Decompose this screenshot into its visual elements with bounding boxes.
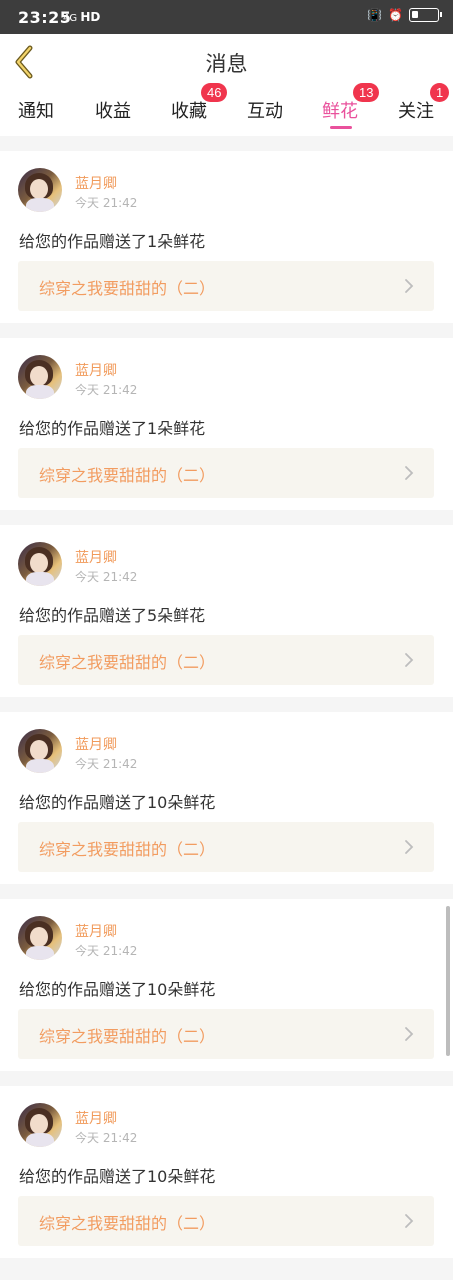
message-text: 给您的作品赠送了1朵鲜花 (19, 232, 206, 251)
chevron-right-icon (405, 840, 414, 854)
message-time: 今天 21:42 (75, 1131, 138, 1145)
message-card: 蓝月卿 今天 21:42 给您的作品赠送了10朵鲜花 综穿之我要甜甜的（二） (0, 712, 453, 884)
message-text: 给您的作品赠送了10朵鲜花 (19, 1167, 216, 1186)
tab-bar: 通知 收益 收藏 46 互动 鲜花 13 关注 1 (0, 83, 453, 136)
vibrate-icon: 📳 (367, 8, 383, 22)
message-text: 给您的作品赠送了10朵鲜花 (19, 793, 216, 812)
work-link[interactable]: 综穿之我要甜甜的（二） (18, 1196, 434, 1246)
work-link[interactable]: 综穿之我要甜甜的（二） (18, 448, 434, 498)
user-name[interactable]: 蓝月卿 (75, 360, 117, 380)
status-icons: 📳 ⏰ (367, 8, 442, 22)
work-title: 综穿之我要甜甜的（二） (39, 466, 216, 485)
work-title: 综穿之我要甜甜的（二） (39, 1214, 216, 1233)
message-text: 给您的作品赠送了5朵鲜花 (19, 606, 206, 625)
tab-notifications[interactable]: 通知 (18, 97, 54, 123)
tab-interactions[interactable]: 互动 (247, 97, 283, 123)
battery-icon (409, 8, 442, 22)
avatar[interactable] (18, 168, 62, 212)
work-link[interactable]: 综穿之我要甜甜的（二） (18, 635, 434, 685)
flowers-badge: 13 (353, 83, 380, 102)
message-time: 今天 21:42 (75, 570, 138, 584)
work-title: 综穿之我要甜甜的（二） (39, 1027, 216, 1046)
user-name[interactable]: 蓝月卿 (75, 173, 117, 193)
chevron-right-icon (405, 653, 414, 667)
chevron-right-icon (405, 1214, 414, 1228)
work-title: 综穿之我要甜甜的（二） (39, 840, 216, 859)
user-name[interactable]: 蓝月卿 (75, 547, 117, 567)
user-name[interactable]: 蓝月卿 (75, 1108, 117, 1128)
chevron-right-icon (405, 466, 414, 480)
avatar[interactable] (18, 916, 62, 960)
work-link[interactable]: 综穿之我要甜甜的（二） (18, 261, 434, 311)
tab-follows[interactable]: 关注 (398, 97, 434, 123)
status-bar: 23:25 4G HD 📳 ⏰ (0, 0, 453, 34)
favorites-badge: 46 (201, 83, 228, 102)
network-label: HD (80, 10, 101, 24)
tab-earnings[interactable]: 收益 (95, 97, 131, 123)
work-link[interactable]: 综穿之我要甜甜的（二） (18, 822, 434, 872)
work-title: 综穿之我要甜甜的（二） (39, 653, 216, 672)
avatar[interactable] (18, 355, 62, 399)
app-header: 消息 (0, 34, 453, 90)
message-card: 蓝月卿 今天 21:42 给您的作品赠送了1朵鲜花 综穿之我要甜甜的（二） (0, 151, 453, 323)
avatar[interactable] (18, 542, 62, 586)
message-time: 今天 21:42 (75, 383, 138, 397)
message-text: 给您的作品赠送了10朵鲜花 (19, 980, 216, 999)
signal-text: 4G (63, 13, 78, 24)
message-text: 给您的作品赠送了1朵鲜花 (19, 419, 206, 438)
message-card: 蓝月卿 今天 21:42 给您的作品赠送了1朵鲜花 综穿之我要甜甜的（二） (0, 338, 453, 510)
message-card: 蓝月卿 今天 21:42 给您的作品赠送了5朵鲜花 综穿之我要甜甜的（二） (0, 525, 453, 697)
message-card: 蓝月卿 今天 21:42 给您的作品赠送了10朵鲜花 综穿之我要甜甜的（二） (0, 899, 453, 1071)
tab-favorites[interactable]: 收藏 (171, 97, 207, 123)
avatar[interactable] (18, 1103, 62, 1147)
message-time: 今天 21:42 (75, 757, 138, 771)
avatar[interactable] (18, 729, 62, 773)
user-name[interactable]: 蓝月卿 (75, 734, 117, 754)
signal-icon: 4G HD (63, 10, 100, 24)
alarm-icon: ⏰ (388, 8, 403, 22)
message-card: 蓝月卿 今天 21:42 给您的作品赠送了10朵鲜花 综穿之我要甜甜的（二） (0, 1086, 453, 1258)
tab-flowers[interactable]: 鲜花 (322, 97, 358, 123)
user-name[interactable]: 蓝月卿 (75, 921, 117, 941)
message-time: 今天 21:42 (75, 944, 138, 958)
chevron-right-icon (405, 279, 414, 293)
work-title: 综穿之我要甜甜的（二） (39, 279, 216, 298)
scrollbar[interactable] (446, 906, 450, 1056)
follows-badge: 1 (430, 83, 450, 102)
chevron-right-icon (405, 1027, 414, 1041)
work-link[interactable]: 综穿之我要甜甜的（二） (18, 1009, 434, 1059)
page-title: 消息 (205, 52, 248, 76)
active-tab-indicator (330, 126, 352, 129)
message-time: 今天 21:42 (75, 196, 138, 210)
